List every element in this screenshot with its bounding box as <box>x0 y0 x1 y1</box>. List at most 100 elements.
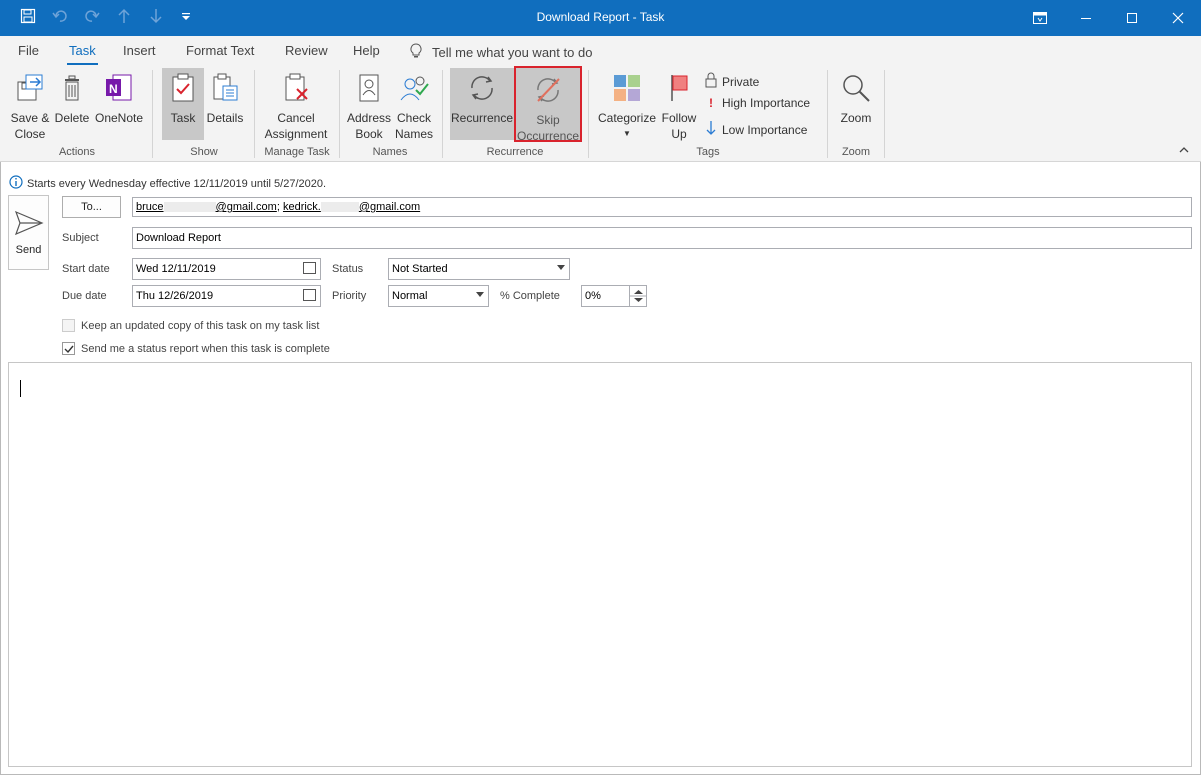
show-details-label: Details <box>206 111 244 125</box>
cancel-assignment-button[interactable]: Cancel Assignment <box>262 72 330 142</box>
zoom-label: Zoom <box>840 111 872 125</box>
redacted-text <box>163 202 216 213</box>
low-importance-label: Low Importance <box>722 122 808 137</box>
send-label: Send <box>15 244 42 256</box>
redacted-text <box>320 202 359 213</box>
follow-up-button[interactable]: Follow Up <box>658 72 700 142</box>
save-close-button[interactable]: Save & Close <box>8 72 52 142</box>
svg-text:N: N <box>109 82 118 96</box>
magnifier-icon <box>835 72 877 108</box>
tell-me-search[interactable]: Tell me what you want to do <box>410 43 592 62</box>
start-date-label: Start date <box>62 263 110 275</box>
tab-insert[interactable]: Insert <box>123 43 156 58</box>
percent-complete-stepper[interactable]: 0% <box>581 285 647 307</box>
categorize-button[interactable]: Categorize ▼ <box>596 72 658 142</box>
send-button[interactable]: Send <box>8 195 49 270</box>
tab-help[interactable]: Help <box>353 43 380 58</box>
status-select[interactable]: Not Started <box>388 258 570 280</box>
keep-copy-checkbox[interactable] <box>62 319 75 332</box>
calendar-icon[interactable] <box>303 262 316 274</box>
private-label: Private <box>722 74 760 89</box>
status-label: Status <box>332 263 364 275</box>
tab-review[interactable]: Review <box>285 43 328 58</box>
address-book-label: Address Book <box>346 111 392 141</box>
delete-button[interactable]: Delete <box>54 72 90 126</box>
stepper-arrows[interactable] <box>629 286 647 306</box>
send-icon <box>14 210 44 239</box>
send-report-checkbox[interactable] <box>62 342 75 355</box>
due-date-label: Due date <box>62 290 107 302</box>
status-value: Not Started <box>392 263 448 275</box>
ribbon-separator <box>254 70 255 158</box>
low-importance-button[interactable]: Low Importance <box>704 120 807 139</box>
subject-label: Subject <box>62 232 99 244</box>
cancel-assignment-icon <box>262 72 330 108</box>
trash-icon <box>54 72 90 108</box>
save-close-label: Save & Close <box>10 111 50 141</box>
ribbon-tabs: File Task Insert Format Text Review Help… <box>0 36 1201 66</box>
group-label-manage-task: Manage Task <box>264 146 330 158</box>
ribbon-separator <box>588 70 589 158</box>
address-book-icon <box>346 72 392 108</box>
lock-icon <box>704 72 718 91</box>
start-date-field[interactable]: Wed 12/11/2019 <box>132 258 321 280</box>
close-icon[interactable] <box>1155 0 1201 36</box>
group-label-names: Names <box>372 146 408 158</box>
group-label-show: Show <box>190 146 218 158</box>
window-controls <box>1017 0 1201 36</box>
collapse-ribbon-icon[interactable] <box>1179 146 1189 157</box>
tab-task-label: Task <box>69 43 96 58</box>
recipient-2-name: kedrick. <box>282 201 321 213</box>
zoom-button[interactable]: Zoom <box>835 72 877 126</box>
chevron-down-icon <box>557 265 565 270</box>
group-label-recurrence: Recurrence <box>486 146 544 158</box>
due-date-value: Thu 12/26/2019 <box>136 290 214 302</box>
recurrence-label: Recurrence <box>450 111 514 125</box>
skip-occurrence-label: Skip Occurrence <box>516 113 580 143</box>
group-label-actions: Actions <box>58 146 96 158</box>
cancel-assignment-label: Cancel Assignment <box>264 111 328 141</box>
check-names-icon <box>392 72 436 108</box>
task-body-editor[interactable] <box>8 362 1192 767</box>
private-button[interactable]: Private <box>704 72 759 91</box>
categorize-label: Categorize <box>597 111 657 125</box>
to-field[interactable]: bruce @gmail.com; kedrick. @gmail.com <box>132 197 1192 217</box>
categorize-icon <box>596 72 658 108</box>
address-book-button[interactable]: Address Book <box>346 72 392 142</box>
info-text: Starts every Wednesday effective 12/11/2… <box>27 177 327 190</box>
onenote-button[interactable]: N OneNote <box>94 72 144 126</box>
tell-me-text: Tell me what you want to do <box>432 45 593 60</box>
minimize-icon[interactable] <box>1063 0 1109 36</box>
recipient-2-domain: @gmail.com <box>358 201 421 213</box>
info-icon <box>9 175 23 192</box>
ribbon-separator <box>339 70 340 158</box>
show-task-button[interactable]: Task <box>162 68 204 140</box>
maximize-icon[interactable] <box>1109 0 1155 36</box>
tab-task[interactable]: Task <box>67 43 98 65</box>
clipboard-check-icon <box>162 72 204 108</box>
onenote-icon: N <box>94 72 144 108</box>
ribbon-display-options-icon[interactable] <box>1017 0 1063 36</box>
ribbon-separator <box>442 70 443 158</box>
to-button[interactable]: To... <box>62 196 121 218</box>
tab-format-text[interactable]: Format Text <box>186 43 254 58</box>
priority-label: Priority <box>332 290 367 302</box>
send-report-label: Send me a status report when this task i… <box>81 343 330 355</box>
recurrence-button[interactable]: Recurrence <box>450 68 514 140</box>
due-date-field[interactable]: Thu 12/26/2019 <box>132 285 321 307</box>
tab-file[interactable]: File <box>18 43 39 58</box>
high-importance-label: High Importance <box>722 96 811 110</box>
recurrence-icon <box>450 72 514 108</box>
lightbulb-icon <box>410 43 422 62</box>
group-label-zoom: Zoom <box>841 146 871 158</box>
calendar-icon[interactable] <box>303 289 316 301</box>
show-details-button[interactable]: Details <box>205 72 245 126</box>
priority-select[interactable]: Normal <box>388 285 489 307</box>
skip-occurrence-button[interactable]: Skip Occurrence <box>514 66 582 143</box>
subject-field[interactable]: Download Report <box>132 227 1192 249</box>
keep-copy-label: Keep an updated copy of this task on my … <box>81 320 320 332</box>
high-importance-button[interactable]: ! High Importance <box>704 96 810 110</box>
chevron-down-icon <box>476 292 484 297</box>
check-names-button[interactable]: Check Names <box>392 72 436 142</box>
follow-up-label: Follow Up <box>661 111 697 141</box>
